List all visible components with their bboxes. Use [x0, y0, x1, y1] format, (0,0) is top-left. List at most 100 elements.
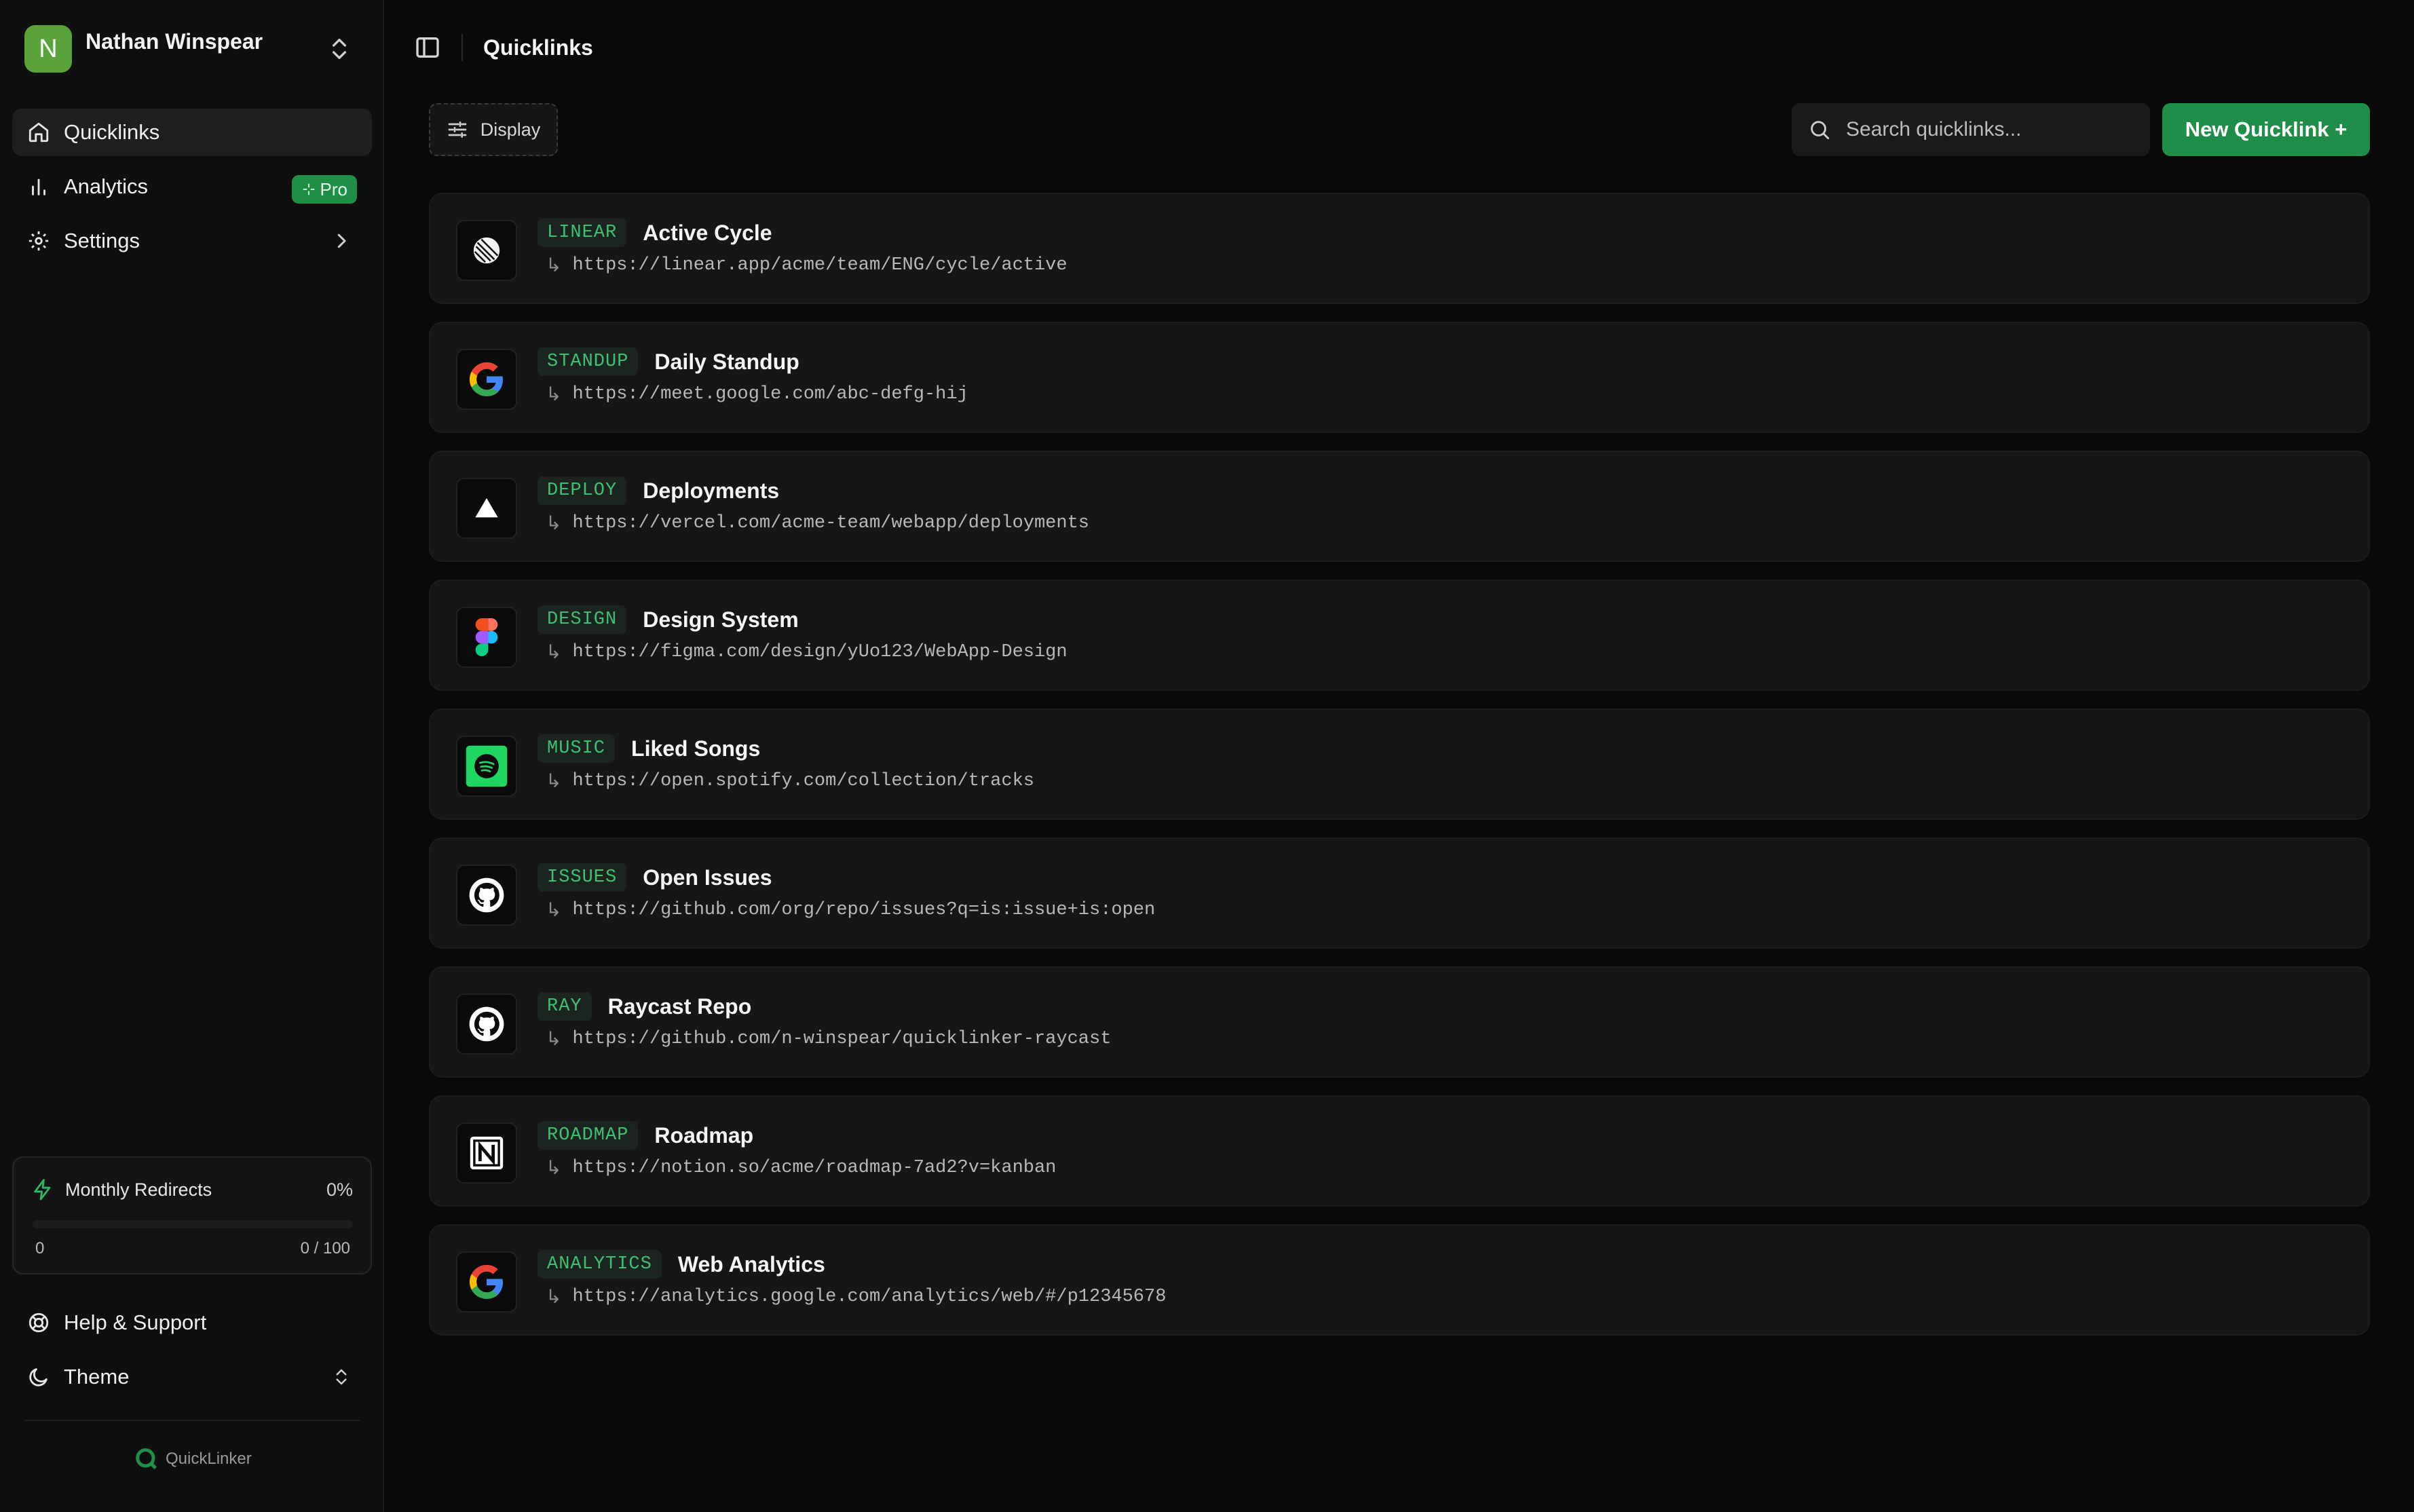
user-switcher[interactable]: N Nathan Winspear: [24, 24, 364, 73]
quicklink-tag: ROADMAP: [538, 1121, 639, 1150]
topbar-separator: [461, 34, 463, 61]
quicklink-row[interactable]: LINEAR Active Cycle ↳ https://linear.app/ac…: [429, 193, 2370, 304]
quicklink-header: ISSUES Open Issues: [538, 863, 772, 892]
quicklink-url-line: ↳ https://meet.google.com/abc-defg-hij: [546, 383, 968, 405]
return-arrow-icon: ↳: [546, 1156, 562, 1179]
quicklink-row[interactable]: ISSUES Open Issues ↳ https://github.com/org…: [429, 837, 2370, 949]
quicklink-header: STANDUP Daily Standup: [538, 347, 799, 376]
quicklink-title: Open Issues: [643, 865, 772, 890]
return-arrow-icon: ↳: [546, 1027, 562, 1050]
usage-title: Monthly Redirects: [65, 1179, 212, 1200]
quicklink-url-line: ↳ https://analytics.google.com/analytics/…: [546, 1285, 1166, 1308]
quicklink-tag: ISSUES: [538, 863, 627, 892]
quicklink-url-line: ↳ https://notion.so/acme/roadmap-7ad2?v=k…: [546, 1156, 1056, 1179]
notion-icon: [456, 1122, 517, 1184]
google-icon: [456, 1251, 517, 1312]
gear-icon: [29, 231, 49, 251]
user-name: Nathan Winspear: [86, 29, 263, 54]
sidebar-item-label: Settings: [64, 229, 140, 252]
quicklink-title: Raycast Repo: [607, 994, 752, 1019]
chevron-right-icon: [337, 233, 346, 248]
sidebar-divider: [24, 1420, 360, 1421]
new-quicklink-button[interactable]: New Quicklink +: [2162, 103, 2370, 156]
quicklink-header: ROADMAP Roadmap: [538, 1121, 753, 1150]
quicklink-url-line: ↳ https://figma.com/design/yUo123/WebApp-…: [546, 641, 1068, 663]
sparkle-icon: [303, 183, 314, 195]
quicklink-url-line: ↳ https://github.com/n-winspear/quicklink…: [546, 1027, 1111, 1050]
quicklink-url[interactable]: https://meet.google.com/abc-defg-hij: [572, 384, 968, 404]
return-arrow-icon: ↳: [546, 899, 562, 921]
top-bar: Quicklinks: [414, 24, 593, 71]
sidebar-item-settings[interactable]: Settings: [12, 217, 372, 265]
quicklink-row[interactable]: DEPLOY Deployments ↳ https://vercel.com/acm…: [429, 451, 2370, 562]
figma-icon: [456, 607, 517, 668]
quicklink-row[interactable]: STANDUP Daily Standup ↳ https://meet.google…: [429, 322, 2370, 433]
quicklink-row[interactable]: ROADMAP Roadmap ↳ https://notion.so/acme/ro…: [429, 1095, 2370, 1207]
quicklink-row[interactable]: MUSIC Liked Songs ↳ https://open.spotify.co…: [429, 708, 2370, 820]
sidebar-item-label: Help & Support: [64, 1310, 207, 1334]
return-arrow-icon: ↳: [546, 254, 562, 276]
page-title: Quicklinks: [483, 35, 593, 60]
quicklink-title: Web Analytics: [677, 1251, 825, 1277]
quicklink-tag: DESIGN: [538, 605, 627, 634]
quicklink-url[interactable]: https://github.com/org/repo/issues?q=is:…: [572, 900, 1155, 920]
moon-icon: [29, 1368, 48, 1386]
display-button[interactable]: Display: [429, 103, 558, 156]
quicklink-header: LINEAR Active Cycle: [538, 219, 772, 247]
quicklink-title: Daily Standup: [654, 349, 799, 374]
brand-name: QuickLinker: [166, 1450, 252, 1468]
usage-min: 0: [35, 1239, 45, 1258]
sidebar-item-help[interactable]: Help & Support: [12, 1299, 372, 1346]
sidebar-item-label: Theme: [64, 1365, 130, 1388]
linear-icon: [456, 220, 517, 281]
bolt-icon: [34, 1179, 51, 1201]
quicklink-url[interactable]: https://vercel.com/acme-team/webapp/depl…: [572, 513, 1089, 533]
sidebar-toggle-icon[interactable]: [414, 34, 441, 61]
sidebar-item-label: Quicklinks: [64, 120, 160, 144]
sliders-icon: [448, 121, 467, 138]
quicklink-header: RAY Raycast Repo: [538, 992, 751, 1021]
theme-switcher[interactable]: Theme: [12, 1353, 372, 1401]
chevron-up-down-icon: [333, 39, 346, 60]
quicklink-header: ANALYTICS Web Analytics: [538, 1250, 825, 1279]
quicklink-title: Deployments: [643, 478, 780, 503]
quicklink-url[interactable]: https://analytics.google.com/analytics/w…: [572, 1287, 1166, 1307]
google-icon: [456, 349, 517, 410]
quicklink-tag: MUSIC: [538, 734, 616, 763]
quicklink-row[interactable]: DESIGN Design System ↳ https://figma.com/de…: [429, 580, 2370, 691]
quicklink-tag: DEPLOY: [538, 476, 627, 505]
quicklink-tag: LINEAR: [538, 219, 627, 247]
brand-logo: QuickLinker: [133, 1445, 252, 1473]
quicklink-url[interactable]: https://notion.so/acme/roadmap-7ad2?v=ka…: [572, 1158, 1056, 1178]
search-input[interactable]: [1845, 117, 2132, 142]
pro-badge[interactable]: Pro: [291, 175, 357, 204]
vercel-icon: [456, 478, 517, 539]
quicklinker-logo-icon: [136, 1448, 157, 1470]
sidebar-item-quicklinks[interactable]: Quicklinks: [12, 109, 372, 156]
quicklink-url[interactable]: https://open.spotify.com/collection/trac…: [572, 771, 1034, 791]
quicklink-header: DEPLOY Deployments: [538, 476, 779, 505]
return-arrow-icon: ↳: [546, 1285, 562, 1308]
sidebar-bottom-nav: Help & Support Theme: [12, 1299, 372, 1407]
app-window: N Nathan Winspear Quicklinks Analytics P…: [0, 0, 2414, 1512]
quicklink-header: DESIGN Design System: [538, 605, 799, 634]
chevron-up-down-icon: [336, 1369, 347, 1385]
quicklink-row[interactable]: RAY Raycast Repo ↳ https://github.com/n-win…: [429, 966, 2370, 1078]
lifebuoy-icon: [29, 1312, 49, 1333]
search-icon: [1811, 121, 1830, 140]
sidebar-item-analytics[interactable]: Analytics Pro: [12, 163, 372, 210]
quicklink-row[interactable]: ANALYTICS Web Analytics ↳ https://analytics…: [429, 1224, 2370, 1336]
quicklink-url[interactable]: https://figma.com/design/yUo123/WebApp-D…: [572, 642, 1067, 662]
quicklink-list: LINEAR Active Cycle ↳ https://linear.app/ac…: [429, 193, 2370, 1353]
return-arrow-icon: ↳: [546, 512, 562, 534]
return-arrow-icon: ↳: [546, 641, 562, 663]
return-arrow-icon: ↳: [546, 383, 562, 405]
spotify-icon: [456, 736, 517, 797]
quicklink-url-line: ↳ https://linear.app/acme/team/ENG/cycle/…: [546, 254, 1068, 276]
quicklink-url[interactable]: https://linear.app/acme/team/ENG/cycle/a…: [572, 255, 1067, 276]
quicklink-title: Design System: [643, 607, 799, 632]
quicklink-url[interactable]: https://github.com/n-winspear/quicklinke…: [572, 1029, 1111, 1049]
sidebar-nav: Quicklinks Analytics Pro Settings: [12, 109, 372, 271]
home-icon: [29, 122, 49, 143]
monthly-redirects-card: Monthly Redirects 0% 0 0 / 100: [12, 1156, 372, 1274]
